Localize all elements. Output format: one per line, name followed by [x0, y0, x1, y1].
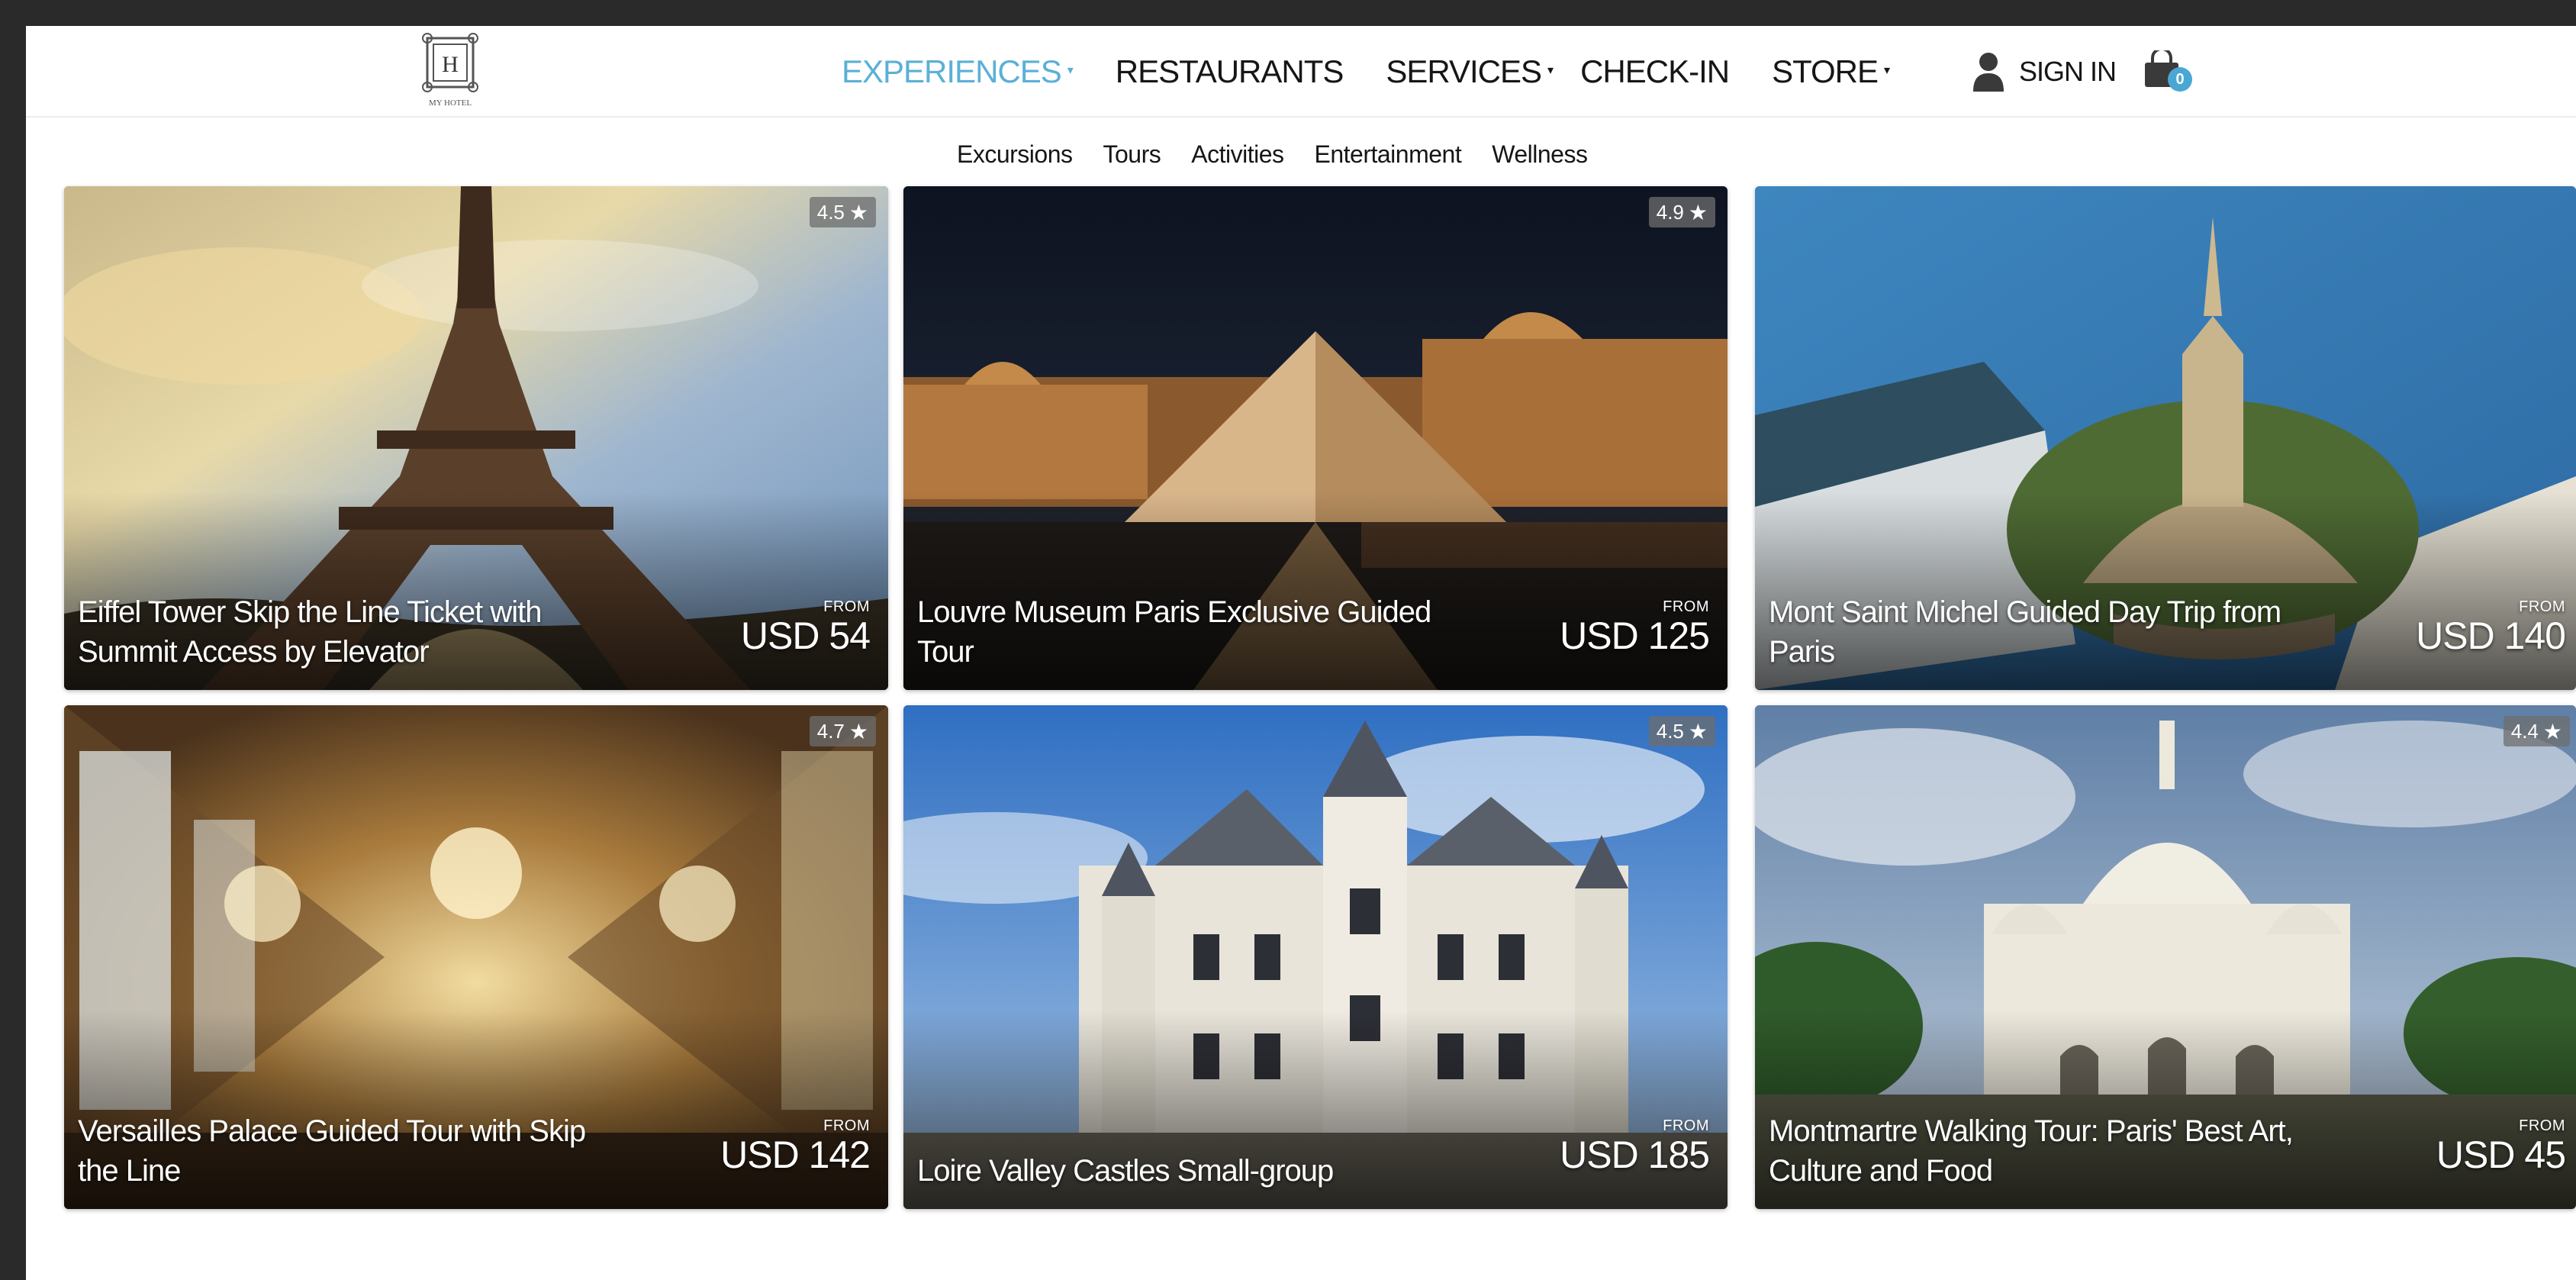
logo-letter: H — [442, 52, 459, 77]
nav-services-label: SERVICES — [1386, 53, 1542, 89]
rating-value: 4.5 — [1656, 719, 1684, 743]
price-amount: USD 140 — [2416, 614, 2566, 657]
caret-down-icon: ▾ — [1067, 64, 1074, 77]
logo-caption: MY HOTEL — [429, 98, 472, 108]
rating-badge: 4.9 ★ — [1648, 197, 1715, 227]
rating-value: 4.5 — [816, 200, 845, 224]
page-frame: H MY HOTEL EXPERIENCES ▾ RESTAURANTS SER… — [26, 26, 2576, 1280]
rating-value: 4.7 — [816, 719, 845, 743]
price-amount: USD 142 — [720, 1133, 871, 1176]
subnav-excursions[interactable]: Excursions — [957, 140, 1073, 169]
card-title: Mont Saint Michel Guided Day Trip from P… — [1769, 595, 2281, 669]
rating-badge: 4.5 ★ — [809, 197, 876, 227]
rating-badge: 4.5 ★ — [1648, 716, 1715, 746]
price-amount: USD 185 — [1560, 1133, 1710, 1176]
experience-card[interactable]: Mont Saint Michel Guided Day Trip from P… — [1755, 186, 2576, 690]
subnav-activities[interactable]: Activities — [1191, 140, 1284, 169]
caret-down-icon: ▾ — [1547, 64, 1554, 77]
nav-restaurants-label: RESTAURANTS — [1115, 53, 1344, 89]
subnav-entertainment[interactable]: Entertainment — [1315, 140, 1462, 169]
subnav-tours[interactable]: Tours — [1103, 140, 1161, 169]
rating-value: 4.9 — [1656, 200, 1684, 224]
price-from-label: FROM — [2519, 598, 2565, 615]
nav-experiences-label: EXPERIENCES — [842, 53, 1062, 89]
user-icon[interactable] — [1972, 52, 2005, 92]
rating-badge: 4.7 ★ — [809, 716, 876, 746]
nav-services[interactable]: SERVICES ▾ — [1386, 53, 1554, 90]
experience-card[interactable]: 4.9 ★ Louvre Museum Paris Exclusive Guide… — [903, 186, 1728, 690]
experience-card[interactable]: 4.7 ★ Versailles Palace Guided Tour with … — [64, 705, 888, 1209]
star-icon: ★ — [1688, 719, 1708, 743]
price-amount: USD 125 — [1560, 614, 1710, 657]
experience-card[interactable]: 4.5 ★ Eiffel Tower Skip the Line Ticket w… — [64, 186, 888, 690]
star-icon: ★ — [1688, 200, 1708, 224]
caret-down-icon: ▾ — [1884, 64, 1890, 77]
star-icon: ★ — [848, 719, 868, 743]
star-icon: ★ — [848, 200, 868, 224]
price-amount: USD 45 — [2436, 1133, 2566, 1176]
experience-card[interactable]: 4.5 ★ Loire Valley Castles Small-group FR… — [903, 705, 1728, 1209]
rating-value: 4.4 — [2510, 719, 2539, 743]
nav-experiences[interactable]: EXPERIENCES ▾ — [842, 53, 1074, 90]
card-title: Eiffel Tower Skip the Line Ticket with S… — [78, 595, 543, 669]
user-area: SIGN IN 0 — [1972, 47, 2194, 95]
rating-badge: 4.4 ★ — [2503, 716, 2570, 746]
nav-store-label: STORE — [1772, 53, 1879, 89]
card-price: FROM USD 140 — [2416, 598, 2566, 657]
card-title: Loire Valley Castles Small-group — [917, 1154, 1334, 1188]
subnav-wellness[interactable]: Wellness — [1492, 140, 1588, 169]
card-title: Versailles Palace Guided Tour with Skip … — [78, 1114, 586, 1188]
price-amount: USD 54 — [740, 614, 871, 657]
card-price: FROM USD 125 — [1560, 598, 1710, 657]
site-header: H MY HOTEL EXPERIENCES ▾ RESTAURANTS SER… — [26, 26, 2576, 118]
card-price: FROM USD 142 — [720, 1117, 871, 1176]
sub-nav: Excursions Tours Activities Entertainmen… — [957, 133, 1618, 176]
sign-in-link[interactable]: SIGN IN — [2019, 56, 2117, 88]
card-price: FROM USD 54 — [740, 598, 871, 657]
nav-store[interactable]: STORE ▾ — [1772, 53, 1890, 90]
experience-card[interactable]: 4.4 ★ Montmartre Walking Tour: Paris' Bes… — [1755, 705, 2576, 1209]
price-from-label: FROM — [823, 598, 870, 615]
cart-count-badge: 0 — [2168, 67, 2193, 92]
cart-button[interactable]: 0 — [2142, 47, 2194, 93]
card-title: Louvre Museum Paris Exclusive Guided Tou… — [917, 595, 1431, 669]
main-nav: EXPERIENCES ▾ RESTAURANTS SERVICES ▾ CHE… — [842, 49, 1932, 95]
price-from-label: FROM — [823, 1117, 870, 1134]
card-price: FROM USD 185 — [1560, 1117, 1710, 1176]
card-price: FROM USD 45 — [2436, 1117, 2566, 1176]
nav-restaurants[interactable]: RESTAURANTS — [1116, 53, 1344, 90]
price-from-label: FROM — [1663, 598, 1709, 615]
hotel-logo[interactable]: H MY HOTEL — [414, 31, 487, 110]
nav-check-in-label: CHECK-IN — [1580, 53, 1730, 89]
card-title: Montmartre Walking Tour: Paris' Best Art… — [1769, 1114, 2294, 1188]
price-from-label: FROM — [1663, 1117, 1709, 1134]
price-from-label: FROM — [2519, 1117, 2565, 1134]
nav-check-in[interactable]: CHECK-IN — [1580, 53, 1730, 90]
star-icon: ★ — [2542, 719, 2562, 743]
